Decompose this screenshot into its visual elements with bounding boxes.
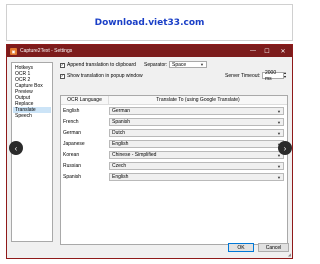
translate-settings-panel: ✓ Append translation to clipboard Separa…	[57, 60, 290, 245]
chevron-down-icon: ▼	[277, 174, 281, 180]
translate-to-value: English	[112, 140, 129, 147]
ocr-language-cell: German	[63, 129, 82, 136]
append-option: ✓ Append translation to clipboard	[60, 62, 136, 68]
table-row: Russian Czech ▼	[61, 160, 287, 171]
table-row: Spanish English ▼	[61, 171, 287, 182]
table-row: German Dutch ▼	[61, 127, 287, 138]
timeout-value: 2000 ms	[265, 69, 277, 82]
popup-label: Show translation in popup window	[67, 73, 143, 79]
translate-to-value: English	[112, 173, 129, 180]
minimize-icon[interactable]: —	[246, 45, 260, 57]
translate-to-value: Chinese - Simplified	[112, 151, 157, 158]
table-row: Japanese English▼	[61, 138, 287, 149]
timeout-input[interactable]: 2000 ms	[262, 69, 284, 82]
chevron-down-icon: ▼	[277, 108, 281, 114]
translate-to-value: Dutch	[112, 129, 126, 136]
translate-to-select[interactable]: German ▼	[109, 106, 284, 115]
banner-text: Download.viet33.com	[94, 17, 205, 28]
table-row: French Spanish ▼	[61, 116, 287, 127]
language-table: OCR Language Translate To (using Google …	[60, 95, 288, 245]
table-header: OCR Language Translate To (using Google …	[61, 96, 287, 105]
carousel-prev-button[interactable]: ‹	[9, 141, 23, 155]
table-row: Korean Chinese - Simplified ▼	[61, 149, 287, 160]
translate-to-select[interactable]: Dutch ▼	[109, 128, 284, 137]
nav-item-speech[interactable]: Speech	[13, 113, 51, 119]
separator-value: Space	[172, 61, 187, 68]
popup-checkbox[interactable]: ✓	[60, 73, 65, 79]
maximize-icon[interactable]: ☐	[260, 45, 274, 57]
column-header-translate-to: Translate To (using Google Translate)	[156, 97, 240, 103]
app-icon: ▣	[10, 47, 17, 55]
chevron-right-icon: ›	[283, 143, 287, 153]
translate-to-select[interactable]: English▼	[109, 139, 284, 148]
translate-to-value: Czech	[112, 162, 127, 169]
ocr-language-cell: Japanese	[63, 140, 85, 147]
translate-to-select[interactable]: Czech ▼	[109, 161, 284, 170]
translate-to-select[interactable]: Chinese - Simplified ▼	[109, 150, 284, 159]
timeout-option: Server Timeout:	[225, 73, 260, 79]
window-controls: — ☐ ✕	[246, 45, 292, 57]
chevron-down-icon: ▼	[277, 130, 281, 136]
spin-down-icon[interactable]: ▾	[284, 75, 286, 79]
ocr-language-cell: Russian	[63, 162, 82, 169]
separator-option: Separator:	[144, 62, 167, 68]
download-banner: Download.viet33.com	[6, 4, 293, 41]
translate-to-value: Spanish	[112, 118, 131, 125]
chevron-left-icon: ‹	[14, 143, 18, 153]
ok-button[interactable]: OK	[228, 243, 254, 252]
translate-to-select[interactable]: Spanish ▼	[109, 117, 284, 126]
ocr-language-cell: Spanish	[63, 173, 82, 180]
carousel-next-button[interactable]: ›	[278, 141, 292, 155]
window-title: Capture2Text - Settings	[20, 48, 73, 54]
table-row: English German ▼	[61, 105, 287, 116]
close-icon[interactable]: ✕	[274, 45, 292, 57]
cancel-button[interactable]: Cancel	[258, 243, 289, 252]
ocr-language-cell: Korean	[63, 151, 80, 158]
popup-option: ✓ Show translation in popup window	[60, 73, 143, 79]
append-checkbox[interactable]: ✓	[60, 62, 65, 68]
ocr-language-cell: French	[63, 118, 79, 125]
timeout-label: Server Timeout:	[225, 73, 261, 79]
chevron-down-icon: ▼	[200, 62, 204, 67]
translate-to-select[interactable]: English ▼	[109, 172, 284, 181]
separator-label: Separator:	[144, 62, 168, 68]
chevron-down-icon: ▼	[277, 119, 281, 125]
resize-grip-icon[interactable]: ◢	[288, 252, 291, 257]
translate-to-value: German	[112, 107, 131, 114]
separator-select[interactable]: Space ▼	[169, 61, 207, 68]
append-label: Append translation to clipboard	[67, 62, 136, 68]
column-header-ocr-language: OCR Language	[61, 96, 109, 104]
chevron-down-icon: ▼	[277, 163, 281, 169]
settings-window: ▣ Capture2Text - Settings — ☐ ✕ Hotkeys …	[6, 44, 293, 259]
title-bar: ▣ Capture2Text - Settings — ☐ ✕	[7, 45, 292, 57]
ocr-language-cell: English	[63, 107, 80, 114]
